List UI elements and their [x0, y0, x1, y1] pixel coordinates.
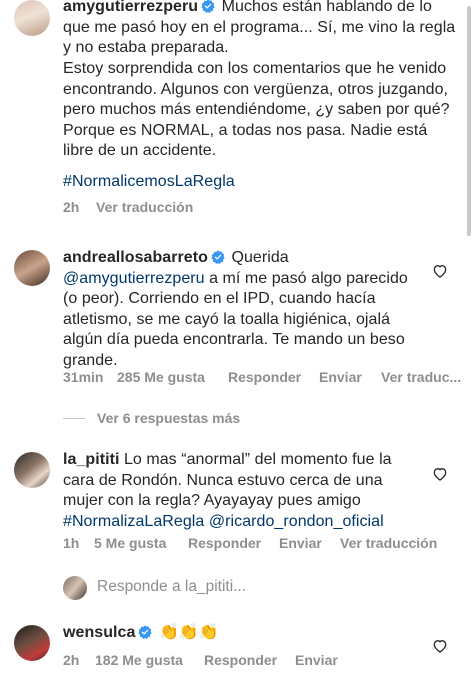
comment-text: Querida: [231, 249, 289, 266]
translate-button[interactable]: Ver traducción: [340, 535, 437, 551]
verified-badge-icon: [211, 250, 225, 264]
likes-count[interactable]: 5 Me gusta: [94, 535, 166, 551]
reply-button[interactable]: Responder: [228, 369, 301, 385]
verified-badge-icon: [138, 625, 153, 639]
comment-time: 1h: [63, 535, 80, 551]
mention-link[interactable]: @ricardo_rondon_oficial: [209, 513, 384, 530]
avatar[interactable]: [14, 0, 50, 36]
translate-button[interactable]: Ver traduc...: [381, 369, 461, 385]
avatar[interactable]: [14, 452, 50, 488]
likes-count[interactable]: 285 Me gusta: [117, 369, 205, 385]
likes-count[interactable]: 182 Me gusta: [95, 652, 183, 668]
comment-body: amygutierrezperu Muchos están hablando d…: [63, 0, 458, 59]
hashtag-link[interactable]: #NormalicemosLaRegla: [63, 172, 235, 193]
comment-username[interactable]: wensulca: [63, 624, 135, 641]
view-replies-button[interactable]: Ver 6 respuestas más: [97, 410, 240, 426]
reply-button[interactable]: Responder: [188, 535, 261, 551]
send-button[interactable]: Enviar: [319, 369, 362, 385]
translate-button[interactable]: Ver traducción: [96, 199, 193, 215]
reply-input[interactable]: Responde a la_pititi...: [97, 578, 246, 596]
heart-icon[interactable]: [432, 263, 448, 279]
comment-text-paragraph: Estoy sorprendida con los comentarios qu…: [63, 60, 450, 159]
comment-time: 31min: [63, 369, 104, 385]
heart-icon[interactable]: [432, 638, 448, 654]
verified-badge-icon: [201, 0, 215, 13]
comment-username[interactable]: andreallosabarreto: [63, 249, 208, 266]
comment-body: la_pititi Lo mas “anormal” del momento f…: [63, 450, 425, 532]
comment-username[interactable]: amygutierrezperu: [63, 0, 198, 15]
hashtag-link[interactable]: #NormalizaLaRegla: [63, 513, 204, 530]
comment-body: wensulca 👏👏👏: [63, 623, 425, 644]
comment-body: andreallosabarreto Querida @amygutierrez…: [63, 248, 425, 371]
replies-divider: [63, 418, 85, 419]
clap-emoji: 👏👏👏: [158, 624, 219, 641]
comment-time: 2h: [63, 199, 80, 215]
avatar[interactable]: [14, 250, 50, 286]
send-button[interactable]: Enviar: [279, 535, 322, 551]
avatar: [63, 576, 87, 600]
comment-username[interactable]: la_pititi: [63, 451, 119, 468]
scrollbar[interactable]: [467, 6, 471, 236]
reply-button[interactable]: Responder: [204, 652, 277, 668]
avatar[interactable]: [14, 625, 50, 661]
comment-time: 2h: [63, 652, 80, 668]
heart-icon[interactable]: [432, 466, 448, 482]
send-button[interactable]: Enviar: [295, 652, 338, 668]
mention-link[interactable]: @amygutierrezperu: [63, 270, 205, 287]
